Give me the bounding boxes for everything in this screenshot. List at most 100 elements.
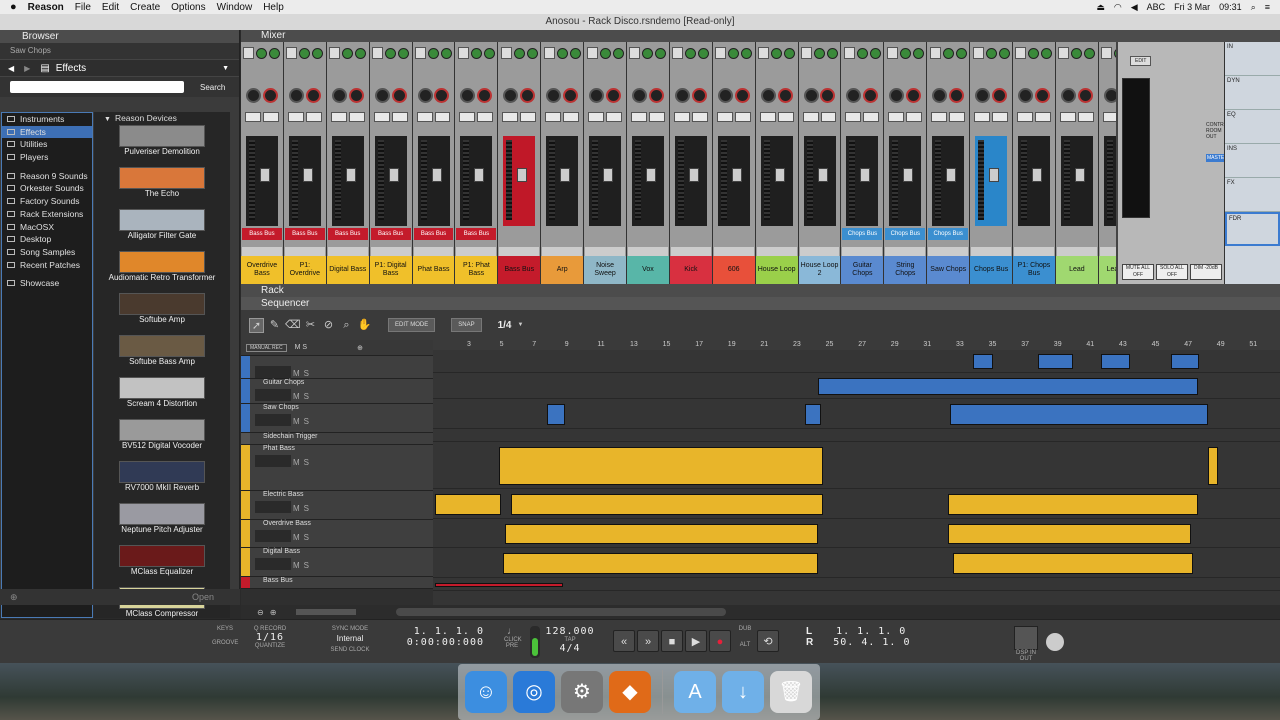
track-lane[interactable] bbox=[433, 520, 1280, 548]
output-bus[interactable] bbox=[757, 228, 797, 240]
output-bus[interactable]: Chops Bus bbox=[885, 228, 926, 240]
output-bus[interactable]: Bass Bus bbox=[370, 228, 411, 240]
sequencer-clip[interactable] bbox=[950, 404, 1208, 425]
track-row[interactable]: Saw Chops MS bbox=[241, 404, 433, 433]
pan-knobs[interactable] bbox=[974, 84, 1008, 106]
sequencer-clip[interactable] bbox=[1208, 447, 1218, 485]
mute-solo-buttons[interactable] bbox=[759, 112, 794, 122]
seq-rack-buttons[interactable] bbox=[327, 247, 368, 256]
output-bus[interactable]: Chops Bus bbox=[928, 228, 969, 240]
chevron-down-icon[interactable]: ▼ bbox=[222, 65, 229, 72]
sequencer-header[interactable]: Sequencer bbox=[241, 297, 1280, 310]
device-item[interactable]: BV512 Digital Vocoder bbox=[94, 419, 230, 460]
browser-location-recent-patches[interactable]: Recent Patches bbox=[2, 259, 92, 272]
menu-file[interactable]: File bbox=[75, 2, 91, 13]
channel-fader[interactable] bbox=[374, 136, 407, 226]
output-bus[interactable] bbox=[971, 228, 1011, 240]
channel-name[interactable]: Saw Chops bbox=[927, 256, 970, 284]
track-name[interactable]: Sidechain Trigger bbox=[263, 433, 317, 440]
track-mute-solo[interactable]: MS bbox=[293, 369, 313, 378]
left-locator-value[interactable]: 1. 1. 1. 0 bbox=[836, 626, 906, 637]
track-mute-solo[interactable]: MS bbox=[293, 561, 313, 570]
mute-solo-buttons[interactable] bbox=[974, 112, 1009, 122]
mute-solo-buttons[interactable] bbox=[888, 112, 923, 122]
channel-fader[interactable] bbox=[546, 136, 579, 226]
mute-all-off-button[interactable]: MUTE ALL OFF bbox=[1122, 264, 1154, 280]
eq-controls[interactable] bbox=[715, 44, 753, 62]
seq-rack-buttons[interactable] bbox=[928, 247, 969, 256]
seq-rack-buttons[interactable] bbox=[542, 247, 583, 256]
mute-solo-buttons[interactable] bbox=[245, 112, 279, 122]
navigator-section[interactable]: DYN bbox=[1225, 76, 1280, 110]
eq-controls[interactable] bbox=[886, 44, 924, 62]
channel-fader[interactable] bbox=[975, 136, 1008, 226]
ruler[interactable]: 3 5 7 9 11 13 15 17 19 21 23 25 27 29 31 33 35 37 39 41 43 45… bbox=[433, 340, 1280, 350]
tempo-value[interactable]: 128.000 bbox=[545, 626, 595, 637]
track-lane[interactable] bbox=[433, 490, 1280, 519]
mute-solo-buttons[interactable] bbox=[1059, 112, 1094, 122]
search-button[interactable]: Search bbox=[200, 83, 225, 92]
track-row[interactable]: Sidechain Trigger bbox=[241, 433, 433, 445]
track-name[interactable]: Digital Bass bbox=[263, 548, 300, 555]
mute-solo-buttons[interactable] bbox=[287, 112, 322, 122]
browser-location-reason-9-sounds[interactable]: Reason 9 Sounds bbox=[2, 170, 92, 183]
mixer-header[interactable]: Mixer bbox=[241, 30, 1280, 42]
eq-controls[interactable] bbox=[243, 44, 281, 62]
device-item[interactable]: MClass Equalizer bbox=[94, 545, 230, 586]
output-bus[interactable] bbox=[714, 228, 754, 240]
menu-app[interactable]: Reason bbox=[28, 2, 64, 13]
mute-solo-buttons[interactable] bbox=[845, 112, 880, 122]
time-signature[interactable]: 4/4 bbox=[545, 643, 595, 654]
mute-solo-buttons[interactable] bbox=[373, 112, 408, 122]
forward-arrow-icon[interactable]: ▶ bbox=[24, 64, 30, 73]
channel-fader[interactable] bbox=[331, 136, 364, 226]
eraser-tool-icon[interactable]: ⌫ bbox=[285, 318, 301, 333]
click-level-slider[interactable] bbox=[530, 626, 540, 658]
seq-rack-buttons[interactable] bbox=[242, 247, 282, 256]
pan-knobs[interactable] bbox=[931, 84, 965, 106]
applications-folder-icon[interactable]: A bbox=[674, 671, 716, 713]
output-bus[interactable]: Bass Bus bbox=[413, 228, 454, 240]
mute-solo-buttons[interactable] bbox=[330, 112, 365, 122]
output-bus[interactable] bbox=[628, 228, 668, 240]
output-bus[interactable] bbox=[671, 228, 711, 240]
channel-fader[interactable] bbox=[889, 136, 922, 226]
sequencer-clip[interactable] bbox=[948, 494, 1198, 515]
notification-center-icon[interactable]: ≡ bbox=[1265, 2, 1270, 12]
pan-knobs[interactable] bbox=[545, 84, 579, 106]
pan-knobs[interactable] bbox=[331, 84, 365, 106]
channel-name[interactable]: Digital Bass bbox=[326, 256, 369, 284]
channel-fader[interactable] bbox=[674, 136, 707, 226]
output-bus[interactable] bbox=[1057, 228, 1097, 240]
channel-fader[interactable] bbox=[932, 136, 965, 226]
channel-name[interactable]: P1: Chops Bus bbox=[1013, 256, 1055, 284]
navigator-section[interactable]: IN bbox=[1225, 42, 1280, 76]
system-preferences-icon[interactable]: ⚙ bbox=[561, 671, 603, 713]
channel-fader[interactable] bbox=[288, 136, 321, 226]
snap-value[interactable]: 1/4 bbox=[498, 320, 512, 331]
razor-tool-icon[interactable]: ✂ bbox=[303, 318, 318, 333]
reason-icon[interactable]: ◆ bbox=[609, 671, 651, 713]
alt-button[interactable]: ALT bbox=[738, 642, 752, 648]
channel-fader[interactable] bbox=[1060, 136, 1093, 226]
track-lane[interactable] bbox=[433, 549, 1280, 578]
trash-icon[interactable]: 🗑 bbox=[770, 671, 812, 713]
zoom-slider[interactable] bbox=[296, 609, 357, 615]
volume-icon[interactable]: ◀ bbox=[1131, 2, 1138, 13]
browser-location-instruments[interactable]: Instruments bbox=[2, 113, 92, 126]
play-button[interactable]: ▶ bbox=[685, 630, 707, 652]
eq-controls[interactable] bbox=[801, 44, 839, 62]
eq-controls[interactable] bbox=[457, 44, 495, 62]
search-input[interactable] bbox=[10, 81, 184, 93]
sequencer-clip[interactable] bbox=[435, 494, 501, 515]
track-name[interactable]: Electric Bass bbox=[263, 491, 303, 498]
channel-name[interactable]: House Loop bbox=[755, 256, 798, 284]
navigator-section[interactable]: INS bbox=[1225, 144, 1280, 178]
device-item[interactable]: Softube Bass Amp bbox=[94, 335, 230, 376]
input-source[interactable]: ABC bbox=[1147, 2, 1166, 12]
channel-fader[interactable] bbox=[460, 136, 493, 226]
edit-mode-button[interactable]: EDIT MODE bbox=[388, 318, 436, 332]
eq-controls[interactable] bbox=[758, 44, 796, 62]
eq-controls[interactable] bbox=[415, 44, 453, 62]
dub-button[interactable]: DUB bbox=[738, 626, 752, 632]
